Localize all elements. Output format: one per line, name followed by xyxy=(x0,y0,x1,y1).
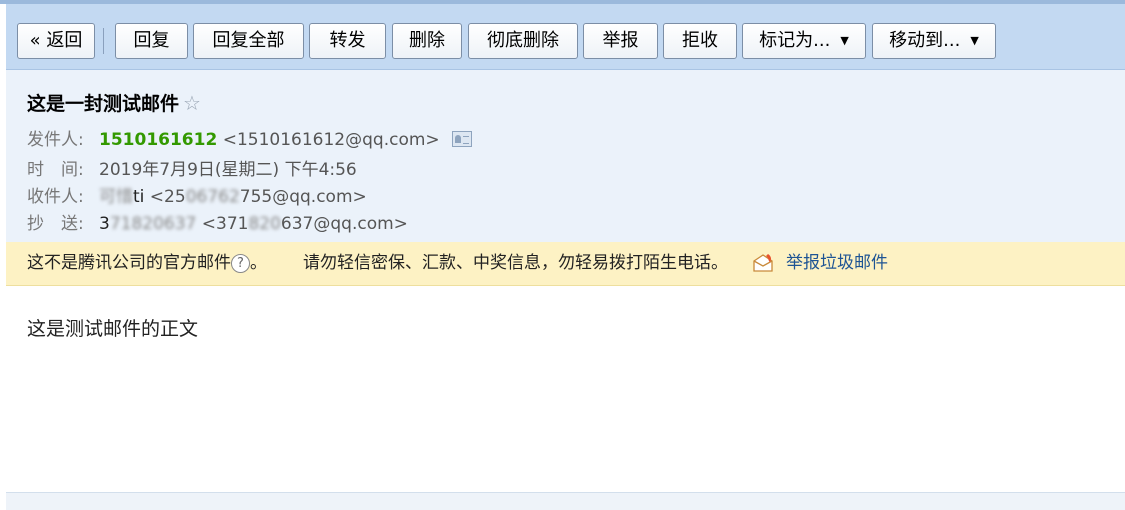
fraud-tip: 请勿轻信密保、汇款、中奖信息，勿轻易拨打陌生电话。 xyxy=(303,253,728,273)
report-button[interactable]: 举报 xyxy=(583,23,658,59)
recipient-label: 收件人: xyxy=(27,187,84,207)
delete-button[interactable]: 删除 xyxy=(392,23,462,59)
bottom-bar xyxy=(6,492,1125,510)
recipient-name-redacted: 可惜 xyxy=(99,187,133,207)
back-button[interactable]: « 返回 xyxy=(17,23,95,59)
not-official-text: 这不是腾讯公司的官方邮件 xyxy=(27,253,231,273)
reject-button[interactable]: 拒收 xyxy=(663,23,737,59)
time-label: 时 间: xyxy=(27,160,84,180)
help-icon[interactable]: ? xyxy=(231,254,250,273)
not-official-notice: 这不是腾讯公司的官方邮件?。 xyxy=(27,242,267,285)
move-to-dropdown[interactable]: 移动到... ▼ xyxy=(872,23,996,59)
cc-name[interactable]: 3 xyxy=(99,214,110,234)
recipient-email-end: 755@qq.com> xyxy=(239,187,367,207)
cc-email-start: <371 xyxy=(201,214,249,234)
security-warning-bar: 这不是腾讯公司的官方邮件?。 请勿轻信密保、汇款、中奖信息，勿轻易拨打陌生电话。… xyxy=(6,242,1125,286)
sender-email[interactable]: <1510161612@qq.com> xyxy=(223,130,440,150)
report-spam-icon[interactable] xyxy=(752,253,774,273)
cc-name-redacted: 71820637 xyxy=(109,214,197,234)
recipient-name[interactable]: ti xyxy=(133,187,144,207)
reply-button[interactable]: 回复 xyxy=(115,23,188,59)
sender-label: 发件人: xyxy=(27,130,84,150)
report-spam-link[interactable]: 举报垃圾邮件 xyxy=(786,242,888,285)
notice-period: 。 xyxy=(250,253,267,273)
move-to-label: 移动到... xyxy=(889,30,961,51)
sender-name[interactable]: 1510161612 xyxy=(99,130,217,150)
mail-subject: 这是一封测试邮件 ☆ xyxy=(27,89,201,116)
delete-permanently-button[interactable]: 彻底删除 xyxy=(468,23,578,59)
recipient-email-start: <25 xyxy=(149,187,186,207)
cc-label: 抄 送: xyxy=(27,214,84,234)
toolbar-separator xyxy=(103,28,104,54)
reply-all-button[interactable]: 回复全部 xyxy=(193,23,304,59)
time-row: 时 间: 2019年7月9日(星期二) 下午4:56 xyxy=(27,155,357,180)
cc-email-end: 637@qq.com> xyxy=(280,214,408,234)
mail-toolbar: « 返回 回复 回复全部 转发 删除 彻底删除 举报 拒收 标记为... ▼ 移动… xyxy=(6,4,1125,70)
mark-as-label: 标记为... xyxy=(759,30,831,51)
contact-card-icon[interactable] xyxy=(451,131,472,147)
chevron-down-icon: ▼ xyxy=(970,34,979,47)
recipient-email[interactable]: <2506762755@qq.com> xyxy=(150,187,367,207)
star-icon[interactable]: ☆ xyxy=(183,91,201,115)
subject-text: 这是一封测试邮件 xyxy=(27,93,180,115)
time-value: 2019年7月9日(星期二) 下午4:56 xyxy=(99,160,357,180)
forward-button[interactable]: 转发 xyxy=(309,23,386,59)
recipient-email-redacted: 06762 xyxy=(185,187,240,207)
cc-row: 抄 送: 371820637 <371820637@qq.com> xyxy=(27,209,408,234)
mark-as-dropdown[interactable]: 标记为... ▼ xyxy=(742,23,866,59)
mail-body: 这是测试邮件的正文 xyxy=(27,318,199,340)
chevron-down-icon: ▼ xyxy=(840,34,849,47)
sender-row: 发件人: 1510161612 <1510161612@qq.com> xyxy=(27,125,472,150)
cc-email-redacted: 820 xyxy=(248,214,281,234)
mail-header: 这是一封测试邮件 ☆ 发件人: 1510161612 <1510161612@qq.… xyxy=(6,70,1125,242)
recipient-row: 收件人: 可惜ti <2506762755@qq.com> xyxy=(27,182,367,207)
cc-email[interactable]: <371820637@qq.com> xyxy=(202,214,408,234)
